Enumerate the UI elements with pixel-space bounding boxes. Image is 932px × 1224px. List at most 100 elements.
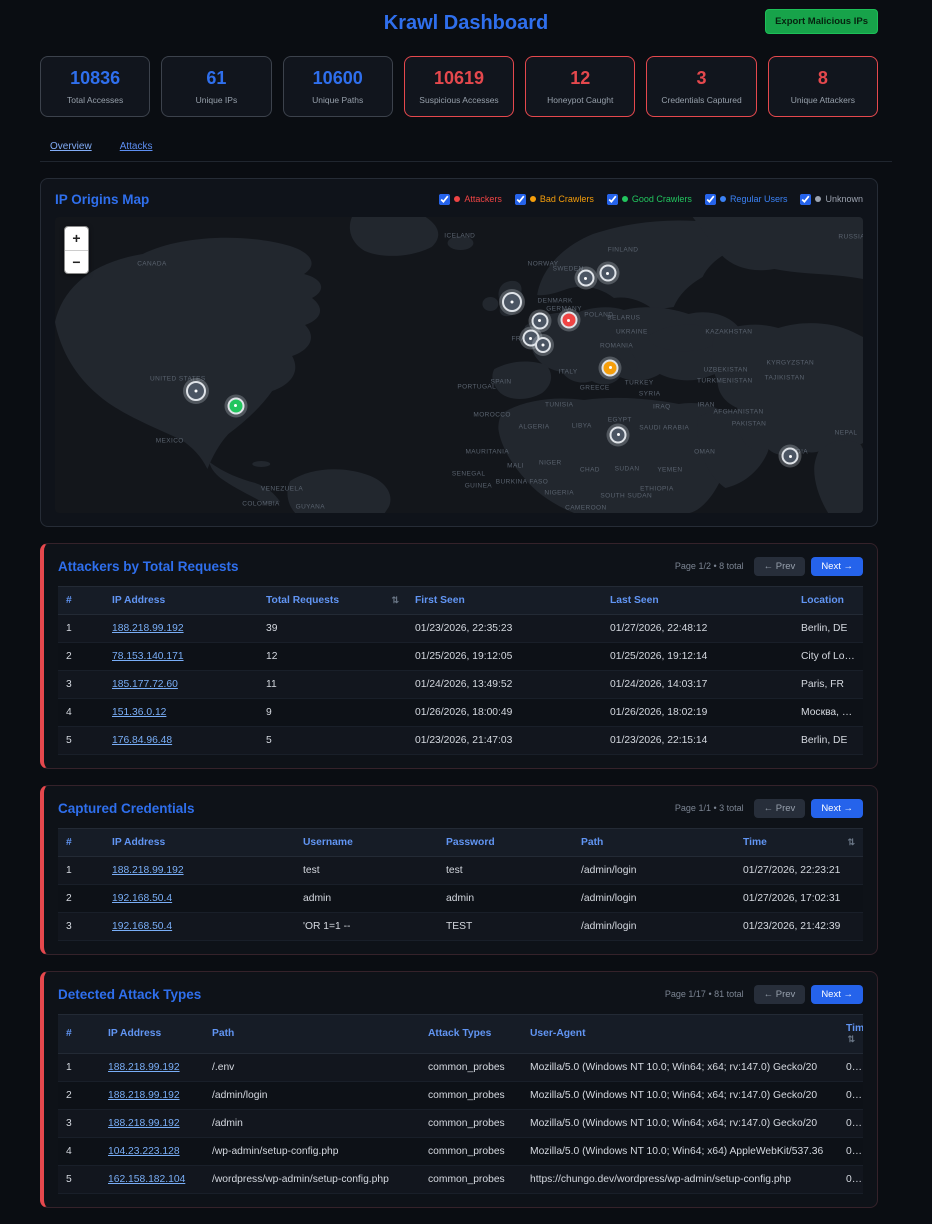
- sort-icon[interactable]: ⇅: [847, 837, 855, 848]
- ip-link[interactable]: 162.158.182.104: [108, 1174, 185, 1185]
- column-header-username[interactable]: Username: [295, 828, 438, 856]
- table-row: 1188.218.99.192testtest/admin/login01/27…: [58, 856, 863, 884]
- table-cell: TEST: [438, 912, 573, 940]
- page-info: Page 1/1 • 3 total: [675, 803, 744, 813]
- next-button[interactable]: Next →: [811, 985, 863, 1004]
- table-cell: /wordpress/wp-admin/setup-config.php: [204, 1165, 420, 1193]
- table-cell: 01/23/2026, 22:15:14: [602, 726, 793, 754]
- column-header-location[interactable]: Location: [793, 586, 863, 614]
- column-header-[interactable]: #: [58, 586, 104, 614]
- map-country-label: YEMEN: [657, 466, 682, 473]
- world-map[interactable]: CANADAICELANDNORWAYSWEDENFINLANDRUSSIAUN…: [55, 217, 863, 513]
- map-country-label: MEXICO: [156, 437, 184, 444]
- stat-label: Unique Attackers: [772, 95, 874, 105]
- credentials-pagination: Page 1/1 • 3 total ← Prev Next →: [675, 799, 863, 818]
- column-header-[interactable]: #: [58, 828, 104, 856]
- map-marker[interactable]: [502, 292, 522, 312]
- tab-attacks[interactable]: Attacks: [120, 141, 153, 152]
- legend-label: Attackers: [464, 194, 502, 204]
- table-cell: 01/27/2026, 22:26:11: [838, 1053, 863, 1081]
- column-header-password[interactable]: Password: [438, 828, 573, 856]
- ip-link[interactable]: 192.168.50.4: [112, 921, 172, 932]
- ip-link[interactable]: 188.218.99.192: [112, 623, 184, 634]
- map-marker[interactable]: [610, 426, 627, 443]
- map-country-label: CAMEROON: [565, 505, 606, 512]
- sort-icon[interactable]: ⇅: [391, 595, 399, 606]
- column-header-time[interactable]: Time⇅: [735, 828, 863, 856]
- map-marker[interactable]: [577, 270, 594, 287]
- next-button[interactable]: Next →: [811, 799, 863, 818]
- ip-link[interactable]: 151.36.0.12: [112, 707, 166, 718]
- legend-checkbox[interactable]: [439, 194, 450, 205]
- column-label: Attack Types: [428, 1028, 491, 1039]
- table-cell: Москва, RU: [793, 698, 863, 726]
- table-row: 3188.218.99.192/admincommon_probesMozill…: [58, 1109, 863, 1137]
- map-marker[interactable]: [535, 337, 551, 353]
- export-malicious-ips-button[interactable]: Export Malicious IPs: [765, 9, 878, 34]
- map-marker[interactable]: [602, 359, 619, 376]
- map-marker[interactable]: [560, 312, 577, 329]
- map-country-label: ROMANIA: [600, 343, 633, 350]
- map-marker[interactable]: [599, 265, 616, 282]
- map-country-label: FINLAND: [608, 246, 639, 253]
- column-header-user-agent[interactable]: User-Agent: [522, 1014, 838, 1053]
- legend-checkbox[interactable]: [607, 194, 618, 205]
- map-title: IP Origins Map: [55, 192, 149, 207]
- map-marker[interactable]: [227, 397, 244, 414]
- column-header-first-seen[interactable]: First Seen: [407, 586, 602, 614]
- column-header-last-seen[interactable]: Last Seen: [602, 586, 793, 614]
- map-country-label: MALI: [507, 463, 524, 470]
- map-country-label: NEPAL: [835, 429, 858, 436]
- attack-types-title: Detected Attack Types: [58, 987, 201, 1002]
- table-row: 5176.84.96.48501/23/2026, 21:47:0301/23/…: [58, 726, 863, 754]
- ip-link[interactable]: 185.177.72.60: [112, 679, 178, 690]
- prev-button[interactable]: ← Prev: [754, 799, 806, 818]
- zoom-out-button[interactable]: −: [65, 250, 88, 273]
- ip-link[interactable]: 188.218.99.192: [108, 1062, 180, 1073]
- tab-overview[interactable]: Overview: [50, 141, 92, 152]
- map-panel-head: IP Origins Map AttackersBad CrawlersGood…: [55, 192, 863, 207]
- column-label: Time: [846, 1023, 863, 1034]
- prev-button[interactable]: ← Prev: [754, 985, 806, 1004]
- map-country-label: SPAIN: [491, 379, 512, 386]
- map-marker[interactable]: [186, 381, 206, 401]
- column-header-total-requests[interactable]: Total Requests⇅: [258, 586, 407, 614]
- column-header-ip-address[interactable]: IP Address: [100, 1014, 204, 1053]
- column-header-[interactable]: #: [58, 1014, 100, 1053]
- legend-dot-icon: [622, 196, 628, 202]
- table-cell: Mozilla/5.0 (Windows NT 10.0; Win64; x64…: [522, 1053, 838, 1081]
- ip-link[interactable]: 104.23.223.128: [108, 1146, 180, 1157]
- table-cell: 39: [258, 614, 407, 642]
- map-country-label: IRAN: [698, 401, 715, 408]
- next-button[interactable]: Next →: [811, 557, 863, 576]
- column-header-time[interactable]: Time⇅: [838, 1014, 863, 1053]
- column-header-attack-types[interactable]: Attack Types: [420, 1014, 522, 1053]
- column-header-ip-address[interactable]: IP Address: [104, 586, 258, 614]
- map-country-label: KYRGYZSTAN: [766, 359, 814, 366]
- ip-link[interactable]: 188.218.99.192: [108, 1090, 180, 1101]
- column-header-ip-address[interactable]: IP Address: [104, 828, 295, 856]
- column-label: Username: [303, 837, 353, 848]
- ip-link[interactable]: 176.84.96.48: [112, 735, 172, 746]
- table-cell: 104.23.223.128: [100, 1137, 204, 1165]
- stat-card-suspicious-accesses: 10619 Suspicious Accesses: [404, 56, 514, 117]
- map-marker[interactable]: [782, 448, 799, 465]
- ip-link[interactable]: 188.218.99.192: [108, 1118, 180, 1129]
- legend-checkbox[interactable]: [515, 194, 526, 205]
- legend-checkbox[interactable]: [705, 194, 716, 205]
- sort-icon[interactable]: ⇅: [847, 1034, 855, 1045]
- ip-link[interactable]: 188.218.99.192: [112, 865, 184, 876]
- column-header-path[interactable]: Path: [204, 1014, 420, 1053]
- table-cell: test: [295, 856, 438, 884]
- column-header-path[interactable]: Path: [573, 828, 735, 856]
- prev-button[interactable]: ← Prev: [754, 557, 806, 576]
- column-label: Last Seen: [610, 595, 659, 606]
- ip-link[interactable]: 192.168.50.4: [112, 893, 172, 904]
- stat-card-credentials-captured: 3 Credentials Captured: [646, 56, 756, 117]
- map-marker[interactable]: [531, 312, 548, 329]
- ip-link[interactable]: 78.153.140.171: [112, 651, 184, 662]
- legend-checkbox[interactable]: [800, 194, 811, 205]
- table-cell: 3: [58, 912, 104, 940]
- map-country-label: EGYPT: [608, 417, 632, 424]
- zoom-in-button[interactable]: +: [65, 227, 88, 250]
